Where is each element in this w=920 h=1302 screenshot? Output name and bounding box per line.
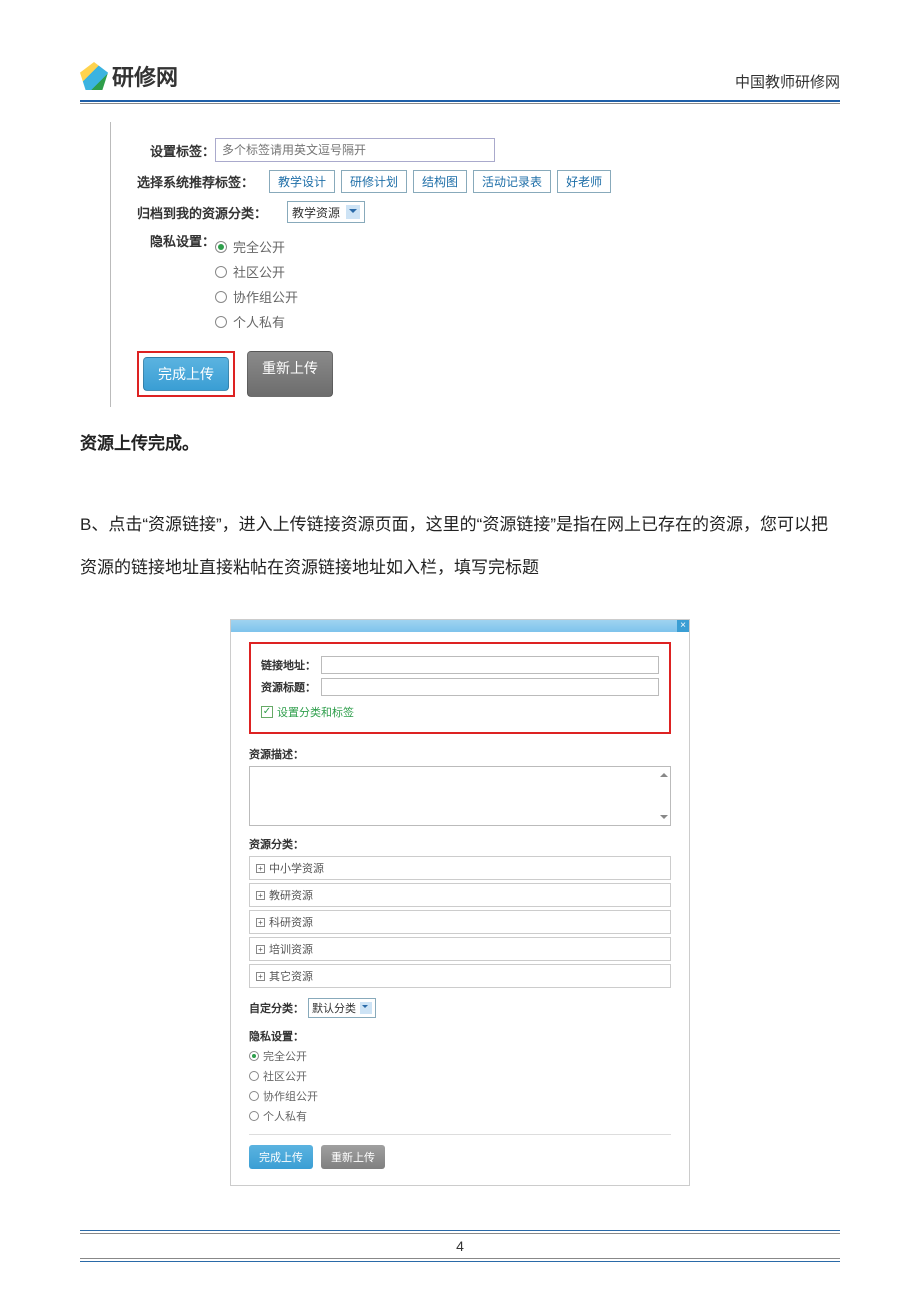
sys-tag[interactable]: 结构图: [413, 170, 467, 193]
category-item[interactable]: +培训资源: [249, 937, 671, 961]
expand-icon: +: [256, 972, 265, 981]
archive-label: 归档到我的资源分类：: [137, 203, 287, 222]
close-icon[interactable]: ×: [677, 620, 689, 632]
header-site-name: 中国教师研修网: [735, 71, 840, 92]
privacy-option[interactable]: 社区公开: [215, 262, 670, 281]
complete-upload-button[interactable]: 完成上传: [249, 1145, 313, 1169]
logo-icon: [80, 62, 108, 90]
privacy-label: 隐私设置：: [137, 231, 215, 250]
link-resource-panel: × 链接地址： 资源标题： 设置分类和标签 资源描述： 资源分类：: [230, 619, 690, 1186]
category-item[interactable]: +中小学资源: [249, 856, 671, 880]
radio-icon: [215, 241, 227, 253]
radio-icon: [215, 316, 227, 328]
resource-desc-textarea[interactable]: [249, 766, 671, 826]
panel-titlebar: ×: [231, 620, 689, 632]
category-label: 资源分类：: [249, 836, 671, 852]
page-footer: 4: [80, 1230, 840, 1262]
radio-icon: [249, 1051, 259, 1061]
expand-icon: +: [256, 918, 265, 927]
link-address-input[interactable]: [321, 656, 659, 674]
set-cat-tag-label: 设置分类和标签: [277, 704, 354, 720]
page-number: 4: [80, 1234, 840, 1258]
logo-text: 研修网: [112, 60, 178, 92]
sys-tag[interactable]: 好老师: [557, 170, 611, 193]
expand-icon: +: [256, 864, 265, 873]
footer-divider: [80, 1258, 840, 1262]
expand-icon: +: [256, 891, 265, 900]
desc-label: 资源描述：: [249, 746, 671, 762]
radio-icon: [215, 266, 227, 278]
archive-select-value: 教学资源: [292, 204, 340, 221]
radio-icon: [215, 291, 227, 303]
complete-upload-button[interactable]: 完成上传: [143, 357, 229, 391]
category-item[interactable]: +教研资源: [249, 883, 671, 907]
highlight-box: 完成上传: [137, 351, 235, 397]
sys-tag[interactable]: 研修计划: [341, 170, 407, 193]
custom-cat-value: 默认分类: [312, 1000, 356, 1016]
privacy-option-label: 完全公开: [233, 237, 285, 256]
radio-icon: [249, 1111, 259, 1121]
resource-title-label: 资源标题：: [261, 679, 321, 695]
logo: 研修网: [80, 60, 178, 92]
reset-upload-button[interactable]: 重新上传: [247, 351, 333, 397]
tags-label: 设置标签：: [137, 141, 215, 160]
custom-cat-label: 自定分类：: [249, 1000, 304, 1016]
sys-tags-label: 选择系统推荐标签：: [137, 172, 269, 191]
upload-settings-panel: 设置标签： 选择系统推荐标签： 教学设计 研修计划 结构图 活动记录表 好老师 …: [110, 122, 670, 407]
category-item[interactable]: +其它资源: [249, 964, 671, 988]
privacy-option[interactable]: 个人私有: [215, 312, 670, 331]
privacy-option-label: 社区公开: [233, 262, 285, 281]
sys-tag[interactable]: 活动记录表: [473, 170, 551, 193]
privacy-label-2: 隐私设置：: [249, 1028, 671, 1044]
sys-tag[interactable]: 教学设计: [269, 170, 335, 193]
radio-icon: [249, 1071, 259, 1081]
custom-cat-select[interactable]: 默认分类: [308, 998, 376, 1018]
resource-title-input[interactable]: [321, 678, 659, 696]
chevron-down-icon: [346, 205, 360, 219]
privacy-option[interactable]: 完全公开: [215, 237, 670, 256]
tags-input[interactable]: [215, 138, 495, 162]
privacy-option-label: 个人私有: [233, 312, 285, 331]
privacy-option-label: 协作组公开: [233, 287, 298, 306]
upload-done-text: 资源上传完成。: [80, 429, 840, 454]
checkbox-icon[interactable]: [261, 706, 273, 718]
paragraph-b: B、点击“资源链接”，进入上传链接资源页面，这里的“资源链接”是指在网上已存在的…: [80, 504, 840, 589]
privacy-option[interactable]: 协作组公开: [215, 287, 670, 306]
category-item[interactable]: +科研资源: [249, 910, 671, 934]
expand-icon: +: [256, 945, 265, 954]
page-header: 研修网 中国教师研修网: [80, 60, 840, 92]
privacy-option[interactable]: 完全公开: [249, 1048, 671, 1064]
archive-select[interactable]: 教学资源: [287, 201, 365, 223]
reset-upload-button[interactable]: 重新上传: [321, 1145, 385, 1169]
highlight-box: 链接地址： 资源标题： 设置分类和标签: [249, 642, 671, 734]
privacy-option[interactable]: 社区公开: [249, 1068, 671, 1084]
header-divider: [80, 100, 840, 104]
link-address-label: 链接地址：: [261, 657, 321, 673]
privacy-option[interactable]: 个人私有: [249, 1108, 671, 1124]
radio-icon: [249, 1091, 259, 1101]
chevron-down-icon: [360, 1002, 372, 1014]
privacy-option[interactable]: 协作组公开: [249, 1088, 671, 1104]
